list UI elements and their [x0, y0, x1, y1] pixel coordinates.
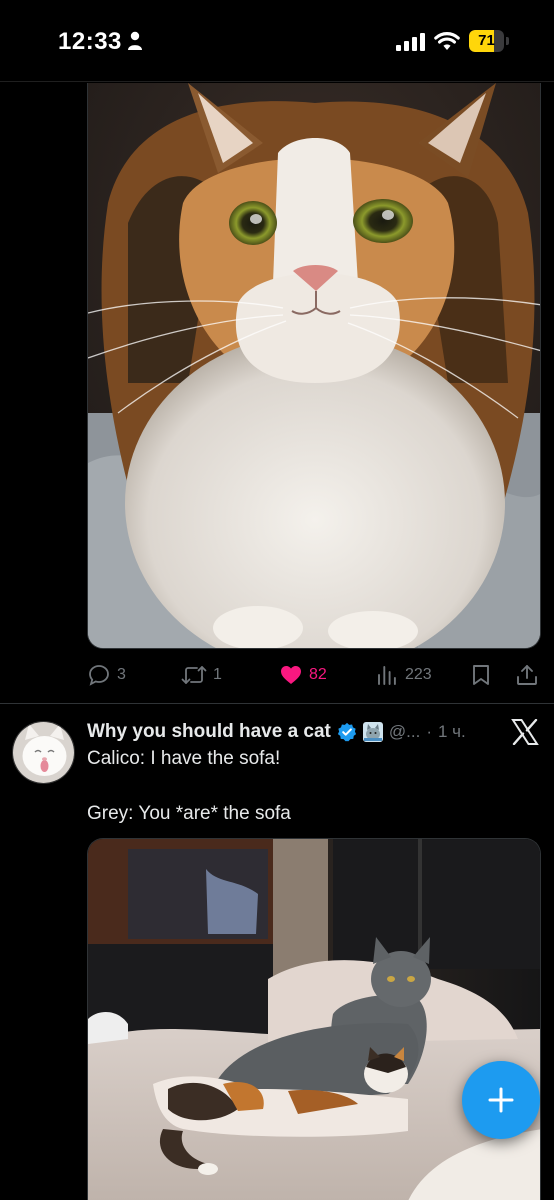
views-button[interactable]: 223	[375, 660, 432, 690]
post-action-bar: 3 1 82 223	[87, 660, 541, 690]
like-button[interactable]: 82	[279, 660, 327, 690]
post-divider	[0, 703, 554, 704]
share-button[interactable]	[515, 660, 539, 690]
author-name[interactable]: Why you should have a cat	[87, 721, 331, 743]
status-bar: 12:33 71	[0, 0, 554, 82]
repost-count: 1	[213, 666, 222, 683]
x-logo-icon[interactable]	[511, 719, 539, 745]
compose-post-button[interactable]	[462, 1061, 540, 1139]
post-header: Why you should have a cat @... · 1 ч.	[87, 718, 507, 746]
person-icon	[128, 31, 142, 50]
bookmark-icon	[473, 665, 489, 685]
repost-button[interactable]: 1	[181, 660, 222, 690]
heart-filled-icon	[281, 666, 301, 684]
battery-level: 71	[478, 32, 495, 49]
like-count: 82	[309, 666, 327, 683]
cellular-signal-icon	[396, 33, 425, 51]
avatar[interactable]	[12, 721, 75, 784]
post-text-line: Grey: You *are* the sofa	[87, 803, 291, 824]
repost-icon	[181, 666, 207, 684]
grey-and-calico-cats-on-sofa-photo[interactable]	[87, 838, 541, 1200]
post-text-line: Calico: I have the sofa!	[87, 748, 281, 769]
separator-dot: ·	[426, 722, 432, 741]
status-time: 12:33	[58, 28, 122, 55]
bookmark-button[interactable]	[470, 660, 492, 690]
calico-cat-photo[interactable]	[87, 83, 541, 649]
reply-icon	[89, 665, 109, 686]
verified-badge-icon	[337, 722, 356, 742]
reply-button[interactable]: 3	[87, 660, 126, 690]
plus-icon	[488, 1087, 514, 1113]
post-timestamp[interactable]: 1 ч.	[438, 722, 466, 742]
bar-chart-icon	[378, 666, 396, 685]
author-handle[interactable]: @...	[389, 722, 420, 742]
share-icon	[517, 665, 537, 685]
wifi-icon	[434, 32, 460, 50]
battery-indicator: 71	[469, 30, 509, 52]
cat-emoji-icon	[362, 722, 383, 742]
reply-count: 3	[117, 666, 126, 683]
view-count: 223	[405, 666, 432, 683]
